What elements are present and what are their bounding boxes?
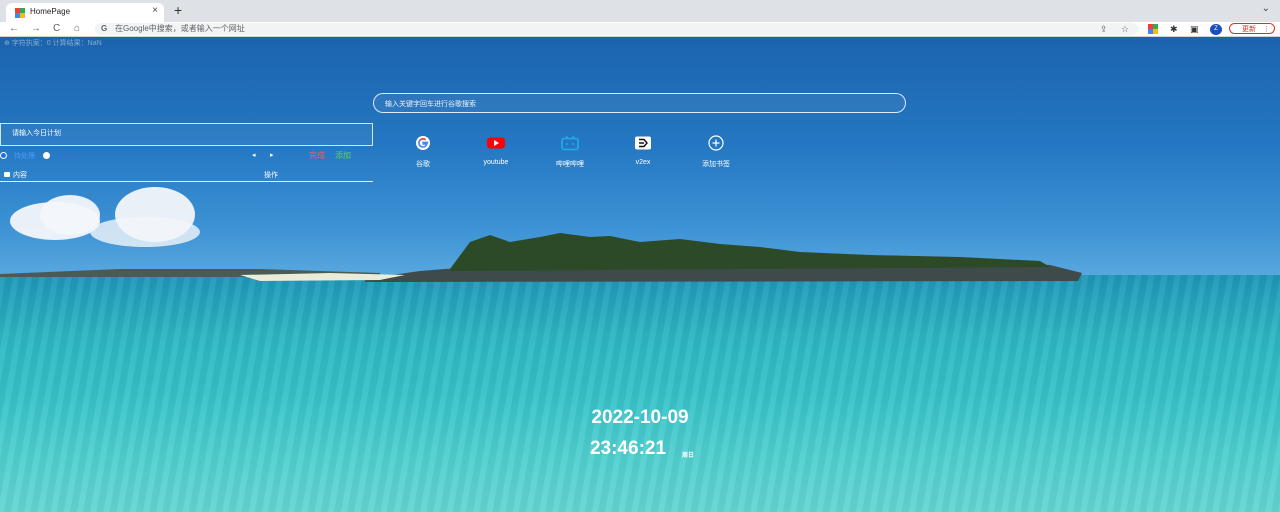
bookmark-bilibili[interactable]: 哔哩哔哩 bbox=[542, 135, 598, 169]
bookmark-v2ex[interactable]: v2ex bbox=[615, 135, 671, 166]
address-bar[interactable]: G 在Google中搜索，或者输入一个网址 ⇪ ☆ bbox=[95, 23, 1138, 35]
address-bar-placeholder: 在Google中搜索，或者输入一个网址 bbox=[115, 24, 245, 33]
col-content: 内容 bbox=[13, 172, 27, 179]
clock-date: 2022-10-09 bbox=[591, 407, 689, 428]
add-button[interactable]: 添加 bbox=[335, 150, 351, 161]
todo-table-header: 内容 操作 bbox=[0, 169, 373, 182]
clock-time: 23:46:21 bbox=[589, 438, 667, 459]
profile-avatar[interactable]: Z bbox=[1210, 24, 1222, 35]
calculator-status: ⊕ 字符执案：0 计算结果：NaN bbox=[4, 40, 102, 47]
clock-weekday: 周日 bbox=[682, 453, 695, 459]
extension-icon[interactable] bbox=[1148, 24, 1158, 34]
chevron-down-icon[interactable]: ⌄ bbox=[1262, 3, 1270, 14]
bookmark-label: 哔哩哔哩 bbox=[556, 161, 584, 168]
bookmark-label: v2ex bbox=[635, 159, 651, 166]
complete-button[interactable]: 完成 bbox=[309, 150, 325, 161]
bookmark-label: 谷歌 bbox=[416, 161, 430, 168]
prev-page-icon[interactable]: ◂ bbox=[252, 151, 256, 159]
browser-toolbar: ← → C ⌂ G 在Google中搜索，或者输入一个网址 ⇪ ☆ ✱ ▣ bbox=[0, 22, 1280, 37]
bilibili-icon bbox=[560, 135, 580, 151]
close-icon[interactable]: × bbox=[152, 5, 158, 16]
more-icon: ⋮ bbox=[1263, 26, 1270, 33]
select-all-checkbox[interactable] bbox=[4, 172, 10, 177]
radio-done[interactable] bbox=[43, 152, 50, 159]
next-page-icon[interactable]: ▸ bbox=[270, 151, 274, 159]
filter-done-label[interactable]: 已完成 bbox=[56, 151, 77, 161]
search-placeholder: 输入关键字回车进行谷歌搜索 bbox=[385, 101, 476, 108]
home-button[interactable]: ⌂ bbox=[74, 22, 80, 36]
puzzle-icon[interactable]: ✱ bbox=[1170, 23, 1178, 35]
todo-input[interactable]: 请输入今日计划 bbox=[0, 123, 373, 146]
add-circle-icon bbox=[706, 135, 726, 151]
homepage-favicon-icon bbox=[15, 8, 25, 18]
bookmark-youtube[interactable]: youtube bbox=[468, 135, 524, 166]
youtube-icon bbox=[486, 135, 506, 151]
todo-placeholder: 请输入今日计划 bbox=[12, 130, 61, 137]
v2ex-icon bbox=[633, 135, 653, 151]
col-action: 操作 bbox=[264, 172, 278, 179]
bookmark-label: 添加书签 bbox=[702, 161, 730, 168]
bookmark-google[interactable]: 谷歌 bbox=[395, 135, 451, 169]
search-input[interactable]: 输入关键字回车进行谷歌搜索 bbox=[373, 93, 906, 113]
new-tab-button[interactable]: + bbox=[174, 2, 182, 18]
sidepanel-icon[interactable]: ▣ bbox=[1190, 23, 1199, 35]
update-label: 更新 bbox=[1242, 26, 1256, 33]
tab-homepage[interactable]: HomePage × bbox=[6, 3, 164, 22]
tab-title: HomePage bbox=[30, 7, 71, 16]
back-button[interactable]: ← bbox=[9, 22, 19, 36]
update-button[interactable]: 更新 ⋮ bbox=[1229, 23, 1275, 34]
star-icon[interactable]: ☆ bbox=[1121, 23, 1129, 35]
reload-button[interactable]: C bbox=[53, 22, 60, 36]
forward-button[interactable]: → bbox=[31, 22, 41, 36]
share-icon[interactable]: ⇪ bbox=[1100, 23, 1108, 35]
bookmark-label: youtube bbox=[483, 159, 509, 166]
radio-pending[interactable] bbox=[0, 152, 7, 159]
tab-strip: HomePage × + ⌄ bbox=[0, 0, 1280, 22]
filter-pending-label[interactable]: 待处理 bbox=[14, 151, 35, 161]
google-icon bbox=[413, 135, 433, 151]
bookmark-add[interactable]: 添加书签 bbox=[688, 135, 744, 169]
google-icon: G bbox=[101, 24, 108, 33]
